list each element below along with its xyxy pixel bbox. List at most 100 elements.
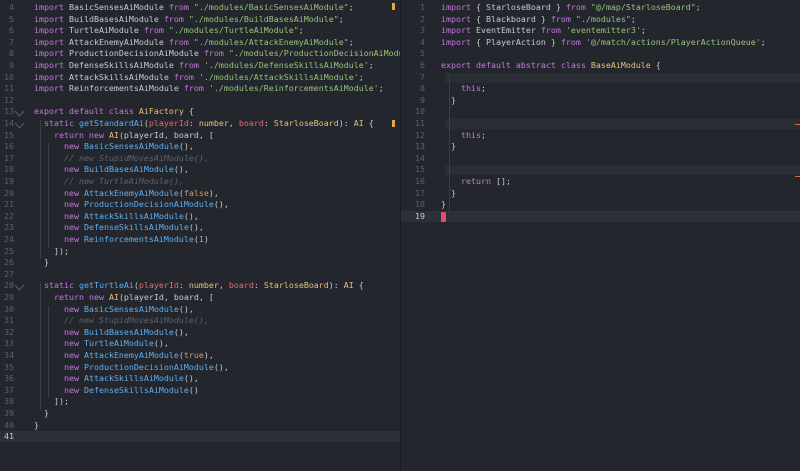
code-line[interactable]: 1 import { StarloseBoard } from "@/map/St… bbox=[401, 2, 800, 13]
code-line[interactable]: 18} bbox=[401, 199, 800, 210]
code-line[interactable]: 8 this; bbox=[401, 83, 800, 94]
code-line[interactable]: 2 import { Blackboard } from "./modules"; bbox=[401, 14, 800, 25]
token-kw: import bbox=[34, 13, 69, 24]
code-line[interactable]: 12 this; bbox=[401, 130, 800, 141]
token-fn: getTurtleAi bbox=[78, 280, 134, 291]
token-cls: AI bbox=[108, 292, 119, 302]
line-number: 35 bbox=[4, 361, 14, 372]
method-highlight bbox=[445, 119, 800, 129]
code-line[interactable]: 10 import AttackSkillsAiModule from './mo… bbox=[0, 72, 400, 83]
token-kw: new bbox=[63, 338, 84, 349]
code-line[interactable]: 35 new ProductionDecisionAiModule(), bbox=[0, 362, 400, 373]
line-number: 30 bbox=[4, 303, 14, 314]
token-gen: } bbox=[34, 257, 49, 268]
code-line[interactable]: 11 import ReinforcementsAiModule from './… bbox=[0, 83, 400, 94]
code-line[interactable]: 38 ]); bbox=[0, 396, 400, 407]
indent-guide bbox=[449, 73, 450, 213]
code-line[interactable]: 23 new DefenseSkillsAiModule(), bbox=[0, 222, 400, 233]
code-line[interactable]: 13 } bbox=[401, 141, 800, 152]
code-line[interactable]: 4 import { PlayerAction } from '@/match/a… bbox=[401, 37, 800, 48]
code-text: import BasicSensesAiModule from "./modul… bbox=[34, 2, 354, 13]
code-text: import { Blackboard } from "./modules"; bbox=[441, 14, 636, 25]
token-gen: } bbox=[441, 199, 446, 210]
code-line[interactable]: 36 new AttackSkillsAiModule(), bbox=[0, 373, 400, 384]
token-gen: , bbox=[218, 280, 229, 291]
code-line[interactable]: 4 import BasicSensesAiModule from "./modu… bbox=[0, 2, 400, 13]
line-number: 24 bbox=[4, 234, 14, 244]
line-number: 17 bbox=[415, 187, 425, 198]
token-gen: AttackEnemyAiModule bbox=[68, 36, 169, 47]
code-line[interactable]: 26 } bbox=[0, 257, 400, 268]
line-number: 38 bbox=[4, 396, 14, 407]
left-editor-pane[interactable]: 4 import BasicSensesAiModule from "./modu… bbox=[0, 0, 400, 471]
token-str: './modules/AttackSkillsAiModule' bbox=[198, 71, 359, 82]
code-line[interactable]: 28 static getTurtleAi(playerId: number, … bbox=[0, 280, 400, 291]
token-kw: new bbox=[63, 222, 84, 233]
code-line[interactable]: 9 import DefenseSkillsAiModule from './mo… bbox=[0, 60, 400, 71]
code-line[interactable]: 33 new TurtleAiModule(), bbox=[0, 338, 400, 349]
code-line[interactable]: 8 import ProductionDecisionAiModule from … bbox=[0, 48, 400, 59]
token-fn: AttackEnemyAiModule bbox=[83, 187, 179, 198]
token-gen bbox=[34, 130, 54, 140]
code-line[interactable]: 41 bbox=[0, 431, 400, 443]
token-gen: , bbox=[228, 118, 239, 128]
code-line[interactable]: 34 new AttackEnemyAiModule(true), bbox=[0, 350, 400, 361]
token-str: "./modules/BasicSensesAiModule" bbox=[193, 2, 349, 12]
token-gen: ; bbox=[640, 25, 646, 36]
code-line[interactable]: 17 } bbox=[401, 188, 800, 199]
code-line[interactable]: 7 import AttackEnemyAiModule from "./modu… bbox=[0, 37, 400, 48]
token-cmt: // new StupidMovesAiModule(), bbox=[63, 315, 209, 326]
code-line[interactable]: 27 bbox=[0, 269, 400, 280]
code-line[interactable]: 22 new AttackSkillsAiModule(), bbox=[0, 211, 400, 222]
line-number: 5 bbox=[420, 48, 425, 59]
code-line[interactable]: 31 // new StupidMovesAiModule(), bbox=[0, 315, 400, 326]
code-line[interactable]: 10 bbox=[401, 106, 800, 117]
code-line[interactable]: 5 import BuildBasesAiModule from "./modul… bbox=[0, 14, 400, 25]
code-line[interactable]: 19 bbox=[401, 210, 800, 222]
token-gen: : bbox=[253, 280, 264, 291]
code-line[interactable]: 20 new AttackEnemyAiModule(false), bbox=[0, 188, 400, 199]
code-line[interactable]: 37 new DefenseSkillsAiModule() bbox=[0, 385, 400, 396]
code-text: } bbox=[441, 199, 446, 210]
code-line[interactable]: 39 } bbox=[0, 408, 400, 419]
token-kw: import bbox=[34, 25, 69, 36]
token-prm: playerId bbox=[148, 118, 189, 128]
code-line[interactable]: 5 bbox=[401, 48, 800, 59]
token-str: '@/match/actions/PlayerActionQueue' bbox=[585, 36, 761, 47]
token-cls: BaseAiModule bbox=[590, 60, 656, 70]
code-line[interactable]: 6 import TurtleAiModule from "./modules/T… bbox=[0, 25, 400, 36]
code-line[interactable]: 14 bbox=[401, 153, 800, 164]
line-number: 19 bbox=[415, 210, 425, 221]
code-line[interactable]: 40} bbox=[0, 420, 400, 431]
token-gen: ; bbox=[298, 25, 304, 36]
token-kw: return bbox=[460, 176, 496, 186]
indent-guide bbox=[48, 143, 49, 248]
code-line[interactable]: 12 bbox=[0, 95, 400, 106]
code-text: new DefenseSkillsAiModule() bbox=[34, 385, 199, 396]
code-line[interactable]: 24 new ReinforcementsAiModule(1) bbox=[0, 234, 400, 245]
token-str: "./modules/TurtleAiModule" bbox=[168, 25, 299, 36]
code-line[interactable]: 16 return []; bbox=[401, 176, 800, 187]
code-line[interactable]: 25 ]); bbox=[0, 246, 400, 257]
code-line[interactable]: 32 new BuildBasesAiModule(), bbox=[0, 327, 400, 338]
token-fn: ProductionDecisionAiModule bbox=[83, 361, 214, 372]
line-number: 7 bbox=[420, 71, 425, 82]
code-line[interactable]: 6 export default abstract class BaseAiMod… bbox=[401, 60, 800, 71]
code-line[interactable]: 30 new BasicSensesAiModule(), bbox=[0, 304, 400, 315]
right-editor-pane[interactable]: 1 import { StarloseBoard } from "@/map/St… bbox=[400, 0, 800, 471]
code-line[interactable]: 14 static getStandardAi(playerId: number… bbox=[0, 118, 400, 129]
code-line[interactable]: 3 import EventEmitter from 'eventemitter3… bbox=[401, 25, 800, 36]
code-line[interactable]: 18 new BuildBasesAiModule(), bbox=[0, 164, 400, 175]
code-line[interactable]: 21 new ProductionDecisionAiModule(), bbox=[0, 199, 400, 210]
code-line[interactable]: 17 // new StupidMovesAiModule(), bbox=[0, 153, 400, 164]
code-line[interactable]: 13 export default class AiFactory { bbox=[0, 106, 400, 117]
line-number: 41 bbox=[4, 431, 14, 442]
token-gen: } bbox=[34, 408, 49, 418]
code-text: // new StupidMovesAiModule(), bbox=[34, 153, 209, 164]
code-text: import BuildBasesAiModule from "./module… bbox=[34, 14, 344, 25]
code-line[interactable]: 9 } bbox=[401, 95, 800, 106]
code-line[interactable]: 29 return new AI(playerId, board, [ bbox=[0, 292, 400, 303]
code-line[interactable]: 19 // new TurtleAiModule(), bbox=[0, 176, 400, 187]
code-line[interactable]: 16 new BasicSensesAiModule(), bbox=[0, 141, 400, 152]
code-line[interactable]: 15 return new AI(playerId, board, [ bbox=[0, 130, 400, 141]
